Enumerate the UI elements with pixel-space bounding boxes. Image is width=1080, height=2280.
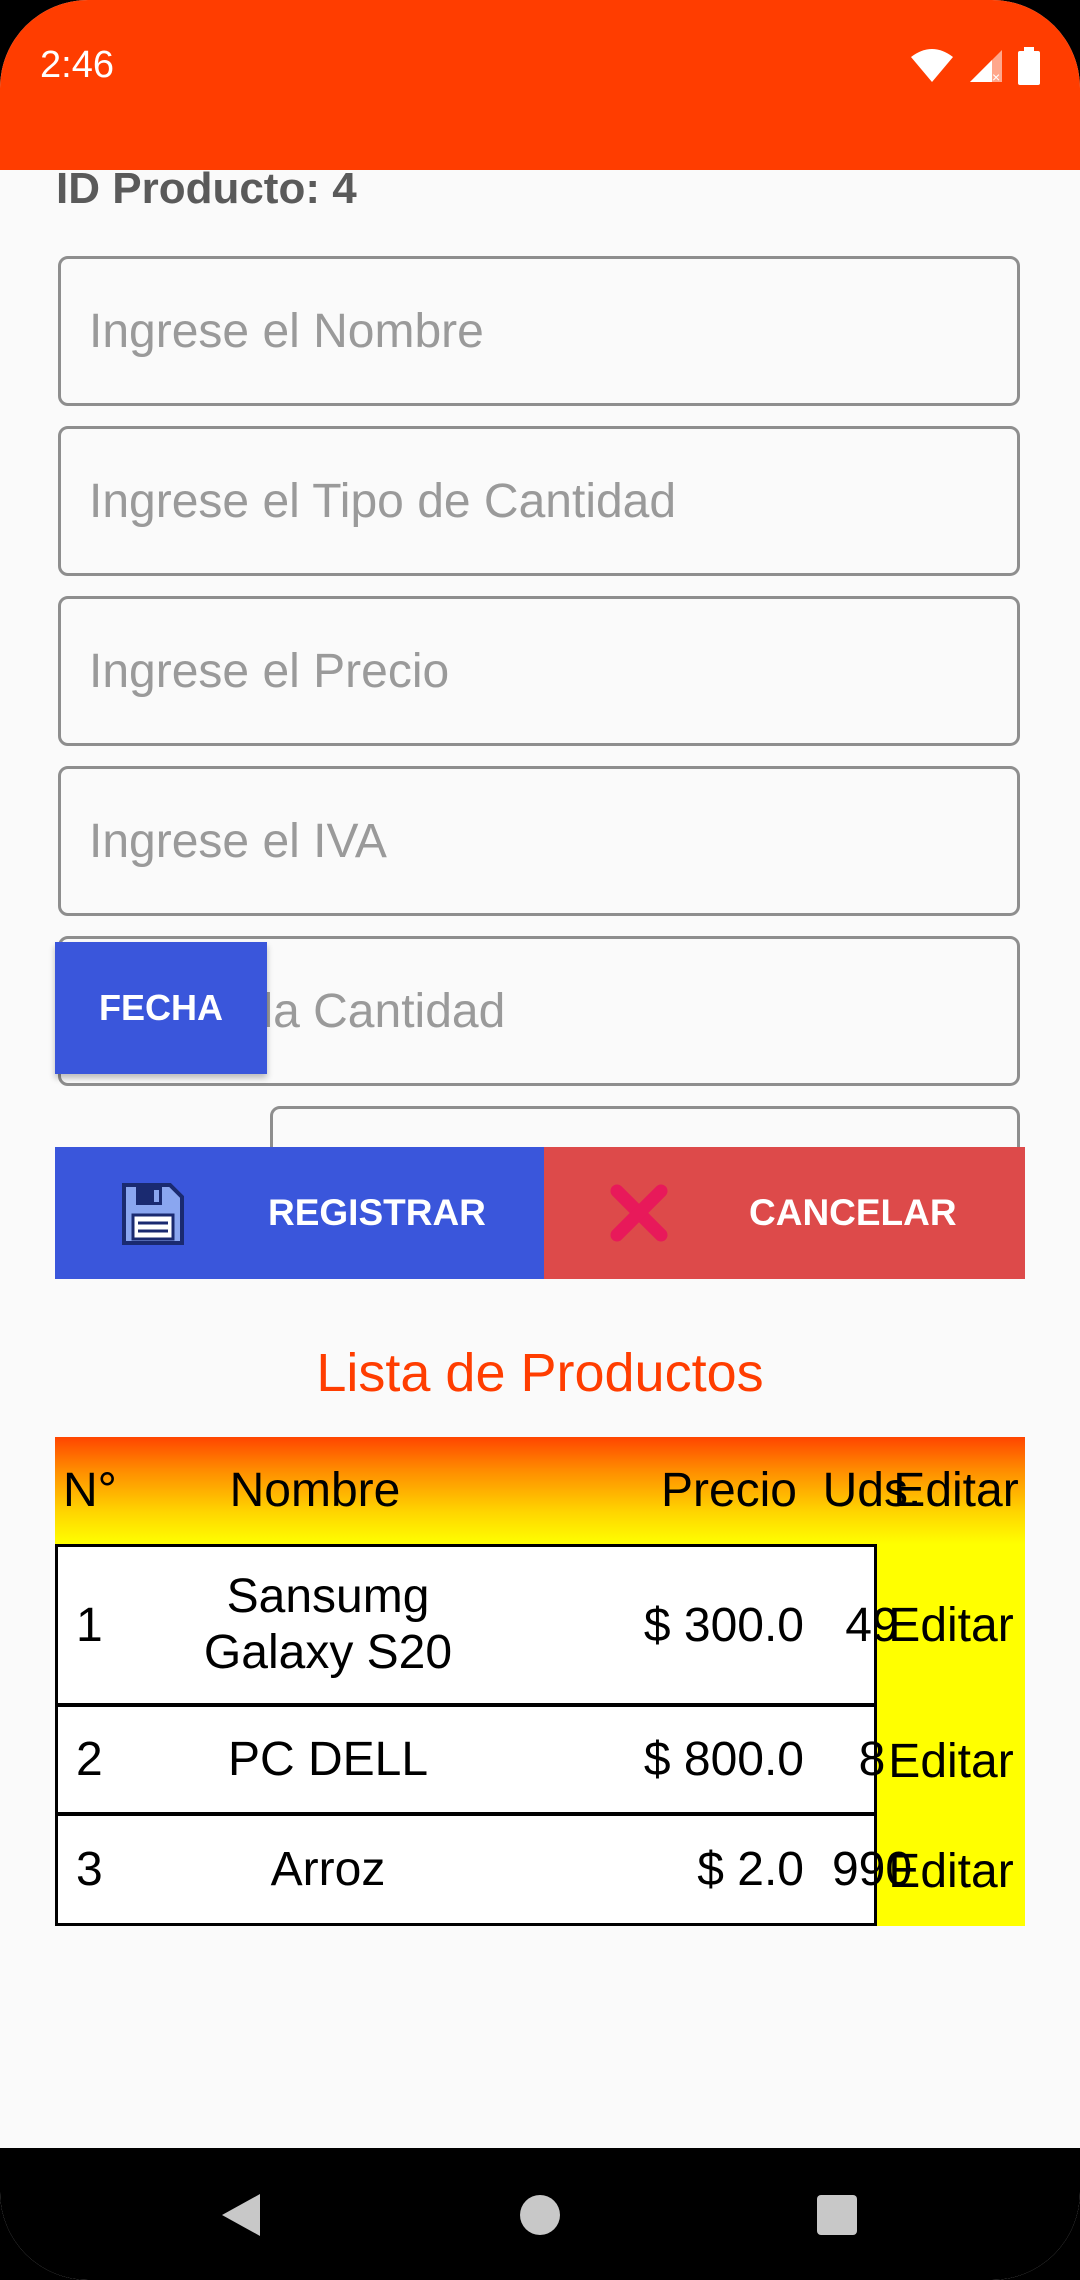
recents-icon[interactable] [816,2194,858,2236]
close-icon [610,1184,668,1242]
status-time: 2:46 [40,44,114,86]
row-name: PC DELL [227,1732,429,1786]
svg-text:×: × [992,69,1000,84]
table-header: N° Nombre Precio Uds. Editar [55,1437,1025,1544]
fecha-button[interactable]: FECHA [55,942,267,1074]
row-units: 8 [858,1733,886,1786]
row-name: Sansumg Galaxy S20 [203,1570,453,1679]
fecha-button-label: FECHA [99,987,223,1028]
row-price: $ 800.0 [643,1733,804,1786]
save-icon [122,1183,184,1245]
navigation-bar [0,2148,1080,2280]
row-price: $ 300.0 [643,1598,804,1652]
table-body: Editar Editar Editar 1 Sansumg Galaxy S2… [55,1544,1025,1926]
list-title: Lista de Productos [316,1343,764,1403]
row-units: 990 [831,1843,913,1896]
nombre-input[interactable] [58,256,1020,406]
table-row: 1 Sansumg Galaxy S20 $ 300.0 49 [55,1544,899,1707]
registrar-label: REGISTRAR [268,1192,486,1233]
device-screen: 2:46 × ID Producto: 4 FECHA [0,0,1080,2280]
main-content: ID Producto: 4 FECHA REGISTRAR [0,164,1080,2148]
table-row: 2 PC DELL $ 800.0 8 [55,1707,885,1816]
status-bar: 2:46 × [0,0,1080,170]
header-edit: Editar [893,1464,1019,1517]
row-num: 3 [76,1843,103,1896]
header-price: Precio [660,1464,797,1517]
header-name: Nombre [229,1463,401,1517]
table-row: 3 Arroz $ 2.0 990 [55,1816,912,1926]
status-icons: × [910,46,1040,86]
action-buttons: REGISTRAR CANCELAR [55,1147,1025,1279]
signal-icon: × [970,50,1002,84]
wifi-icon [911,49,953,82]
cancelar-label: CANCELAR [749,1192,957,1233]
header-num: N° [63,1464,117,1517]
row-num: 1 [76,1598,103,1652]
precio-input[interactable] [58,596,1020,746]
battery-icon [1018,47,1040,85]
tipo-cantidad-input[interactable] [58,426,1020,576]
product-id-label: ID Producto: 4 [56,164,357,213]
row-price: $ 2.0 [697,1843,804,1896]
back-icon[interactable] [218,2192,262,2238]
row-num: 2 [76,1733,103,1786]
home-icon[interactable] [518,2193,562,2237]
row-units: 49 [845,1598,899,1652]
cancelar-button[interactable]: CANCELAR [544,1147,1025,1279]
row-name: Arroz [270,1842,386,1896]
registrar-button[interactable]: REGISTRAR [55,1147,544,1279]
iva-input[interactable] [58,766,1020,916]
products-table: N° Nombre Precio Uds. Editar Editar Edit… [55,1437,1025,1926]
